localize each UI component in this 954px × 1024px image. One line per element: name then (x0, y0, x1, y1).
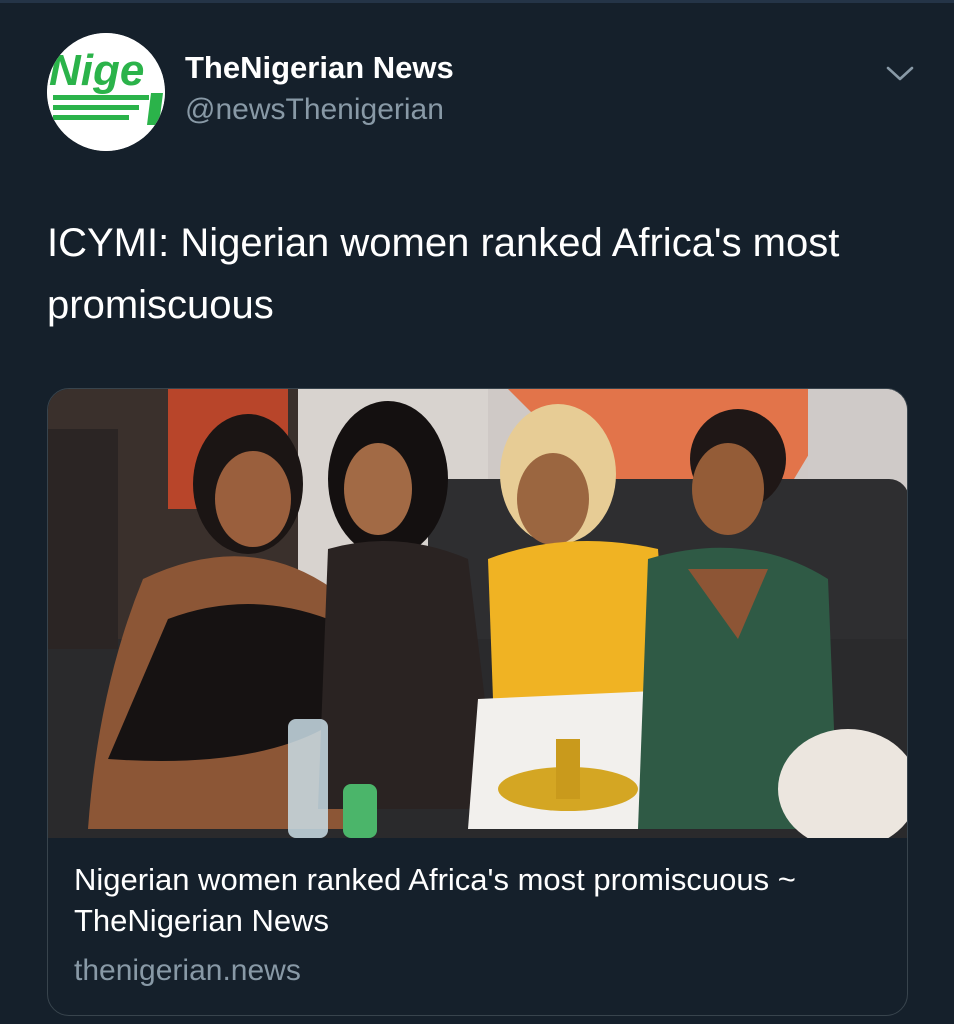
svg-text:Nige: Nige (49, 46, 144, 95)
avatar[interactable]: Nige (47, 33, 165, 151)
card-domain: thenigerian.news (74, 954, 301, 987)
chevron-down-icon[interactable] (884, 60, 916, 88)
divider (0, 0, 954, 3)
card-title[interactable]: Nigerian women ranked Africa's most prom… (74, 859, 894, 941)
tweet-text: ICYMI: Nigerian women ranked Africa's mo… (47, 221, 840, 327)
newspaper-logo-icon: Nige (47, 33, 165, 151)
article-photo (48, 389, 907, 838)
link-card[interactable]: Nigerian women ranked Africa's most prom… (47, 388, 908, 1016)
author-name[interactable]: TheNigerian News (185, 50, 454, 86)
author-handle[interactable]: @newsThenigerian (185, 93, 444, 127)
tweet: Nige TheNigerian News @newsThenigerian I… (0, 0, 954, 1024)
